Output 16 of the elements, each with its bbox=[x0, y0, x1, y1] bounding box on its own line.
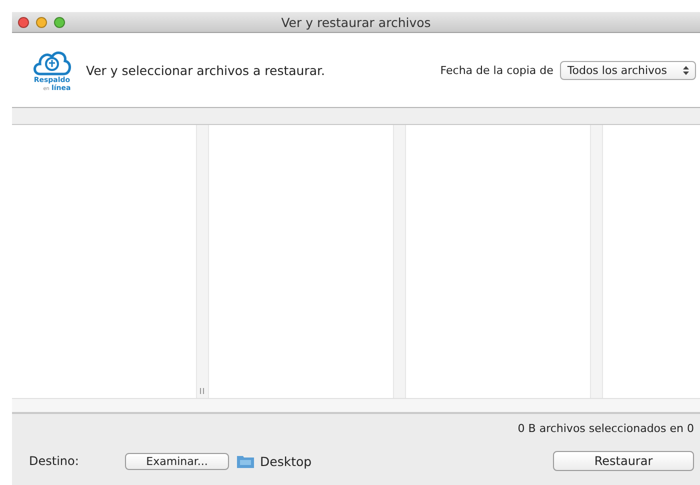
window-title: Ver y restaurar archivos bbox=[281, 14, 431, 30]
minimize-button[interactable] bbox=[36, 16, 47, 28]
close-button[interactable] bbox=[18, 16, 29, 28]
date-select[interactable]: Todos los archivos bbox=[560, 60, 696, 80]
folder-icon bbox=[237, 454, 254, 468]
restore-button[interactable]: Restaurar bbox=[553, 451, 694, 471]
zoom-button[interactable] bbox=[54, 16, 65, 28]
date-label: Fecha de la copia de bbox=[440, 64, 554, 76]
instruction-text: Ver y seleccionar archivos a restaurar. bbox=[86, 62, 326, 78]
browse-button[interactable]: Examinar... bbox=[125, 452, 229, 470]
stepper-icon bbox=[683, 66, 689, 74]
destination-name: Desktop bbox=[260, 454, 313, 468]
destination-label: Destino: bbox=[29, 454, 80, 468]
selection-summary: 0 B archivos seleccionados en 0 bbox=[518, 422, 694, 435]
scroll-bar[interactable] bbox=[12, 398, 700, 414]
grip-icon[interactable] bbox=[200, 388, 204, 394]
